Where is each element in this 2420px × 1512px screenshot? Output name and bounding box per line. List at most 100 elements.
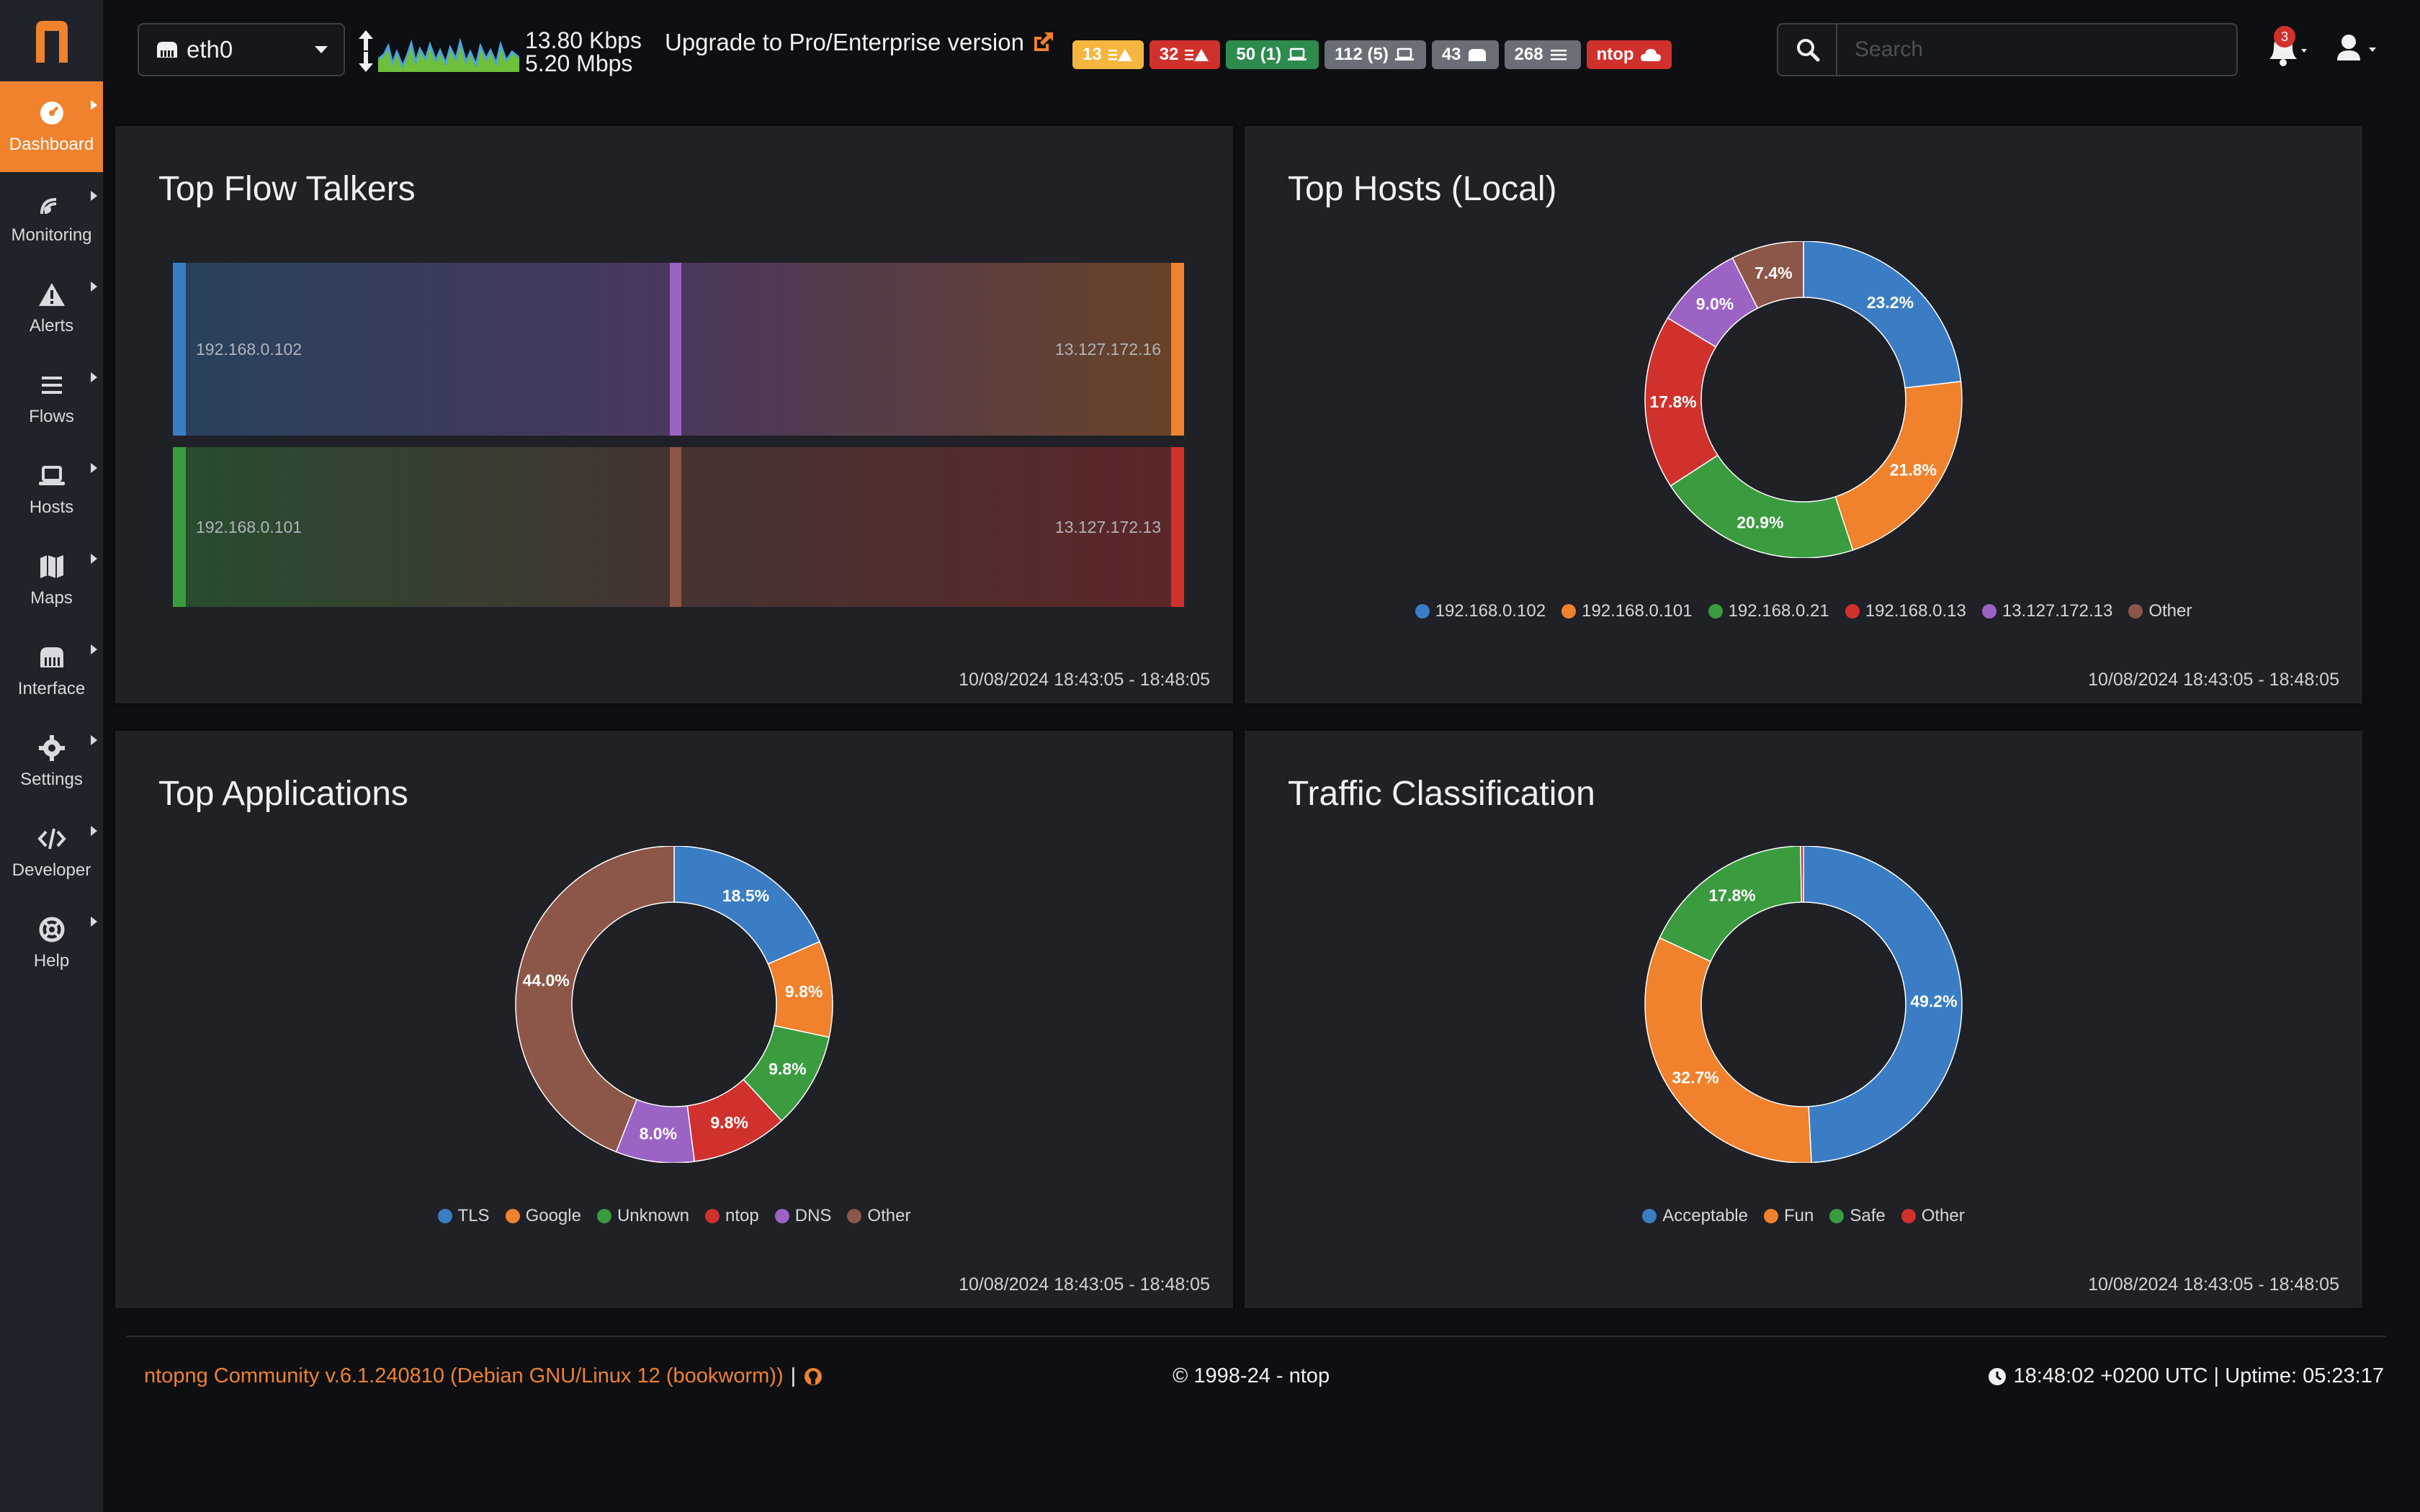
legend-item[interactable]: Safe (1829, 1206, 1886, 1226)
legend-item[interactable]: Other (847, 1206, 910, 1226)
sidebar-item-monitoring[interactable]: Monitoring (0, 172, 103, 263)
legend-item[interactable]: ntop (705, 1206, 759, 1226)
status-badge[interactable]: 43 (1431, 40, 1499, 69)
data-label: 20.9% (1736, 513, 1783, 532)
uptime-text: 18:48:02 +0200 UTC | Uptime: 05:23:17 (2013, 1364, 2384, 1387)
list-warning-icon (1185, 49, 1209, 61)
card-title: Top Hosts (Local) (1288, 170, 1557, 208)
sidebar-item-alerts[interactable]: Alerts (0, 263, 103, 354)
legend-swatch (437, 1209, 452, 1223)
badge-count: 32 (1159, 45, 1179, 64)
sidebar-item-flows[interactable]: Flows (0, 354, 103, 444)
status-badge[interactable]: 112 (5) (1325, 40, 1426, 69)
legend-item[interactable]: TLS (437, 1206, 490, 1226)
source-node (173, 263, 186, 436)
sidebar-item-help[interactable]: Help (0, 898, 103, 989)
laptop-icon (1288, 48, 1307, 60)
destination-node (1171, 263, 1184, 436)
up-down-arrows-icon (359, 30, 373, 72)
card-timestamp: 10/08/2024 18:43:05 - 18:48:05 (2088, 670, 2339, 690)
user-menu-button[interactable] (2329, 27, 2393, 71)
sidebar-item-label: Interface (17, 679, 86, 698)
donut-slice[interactable] (1670, 454, 1854, 558)
middle-node (670, 263, 681, 436)
source-node (173, 447, 186, 607)
status-badge[interactable]: 32 (1149, 40, 1221, 69)
sidebar-item-label: Help (33, 951, 70, 971)
sidebar-item-interface[interactable]: Interface (0, 626, 103, 716)
legend-item[interactable]: Google (505, 1206, 581, 1226)
top-applications-donut: 18.5% 9.8% 9.8% 9.8% 8.0% 44.0% (515, 846, 833, 1163)
legend-item[interactable]: 192.168.0.102 (1415, 601, 1546, 621)
chevron-right-icon (91, 735, 97, 745)
sidebar: Dashboard Monitoring Alerts Flows Hosts Maps I… (0, 0, 103, 1512)
status-badge[interactable]: 13 (1072, 40, 1144, 69)
legend-label: 192.168.0.101 (1582, 601, 1693, 621)
warning-icon (38, 283, 65, 306)
ethernet-icon (1468, 49, 1486, 61)
status-badge[interactable]: ntop (1586, 40, 1672, 69)
sidebar-item-label: Dashboard (9, 135, 94, 154)
ntop-logo[interactable] (0, 0, 103, 81)
sidebar-item-maps[interactable]: Maps (0, 535, 103, 626)
donut-slice[interactable] (1644, 937, 1812, 1163)
sidebar-item-label: Settings (20, 770, 83, 789)
legend-label: 192.168.0.13 (1865, 601, 1966, 621)
sidebar-item-hosts[interactable]: Hosts (0, 444, 103, 535)
legend-swatch (774, 1209, 789, 1223)
legend-item[interactable]: DNS (774, 1206, 832, 1226)
legend-swatch (705, 1209, 720, 1223)
sidebar-item-developer[interactable]: Developer (0, 807, 103, 898)
download-rate: 5.20 Mbps (525, 50, 633, 76)
source-host-label: 192.168.0.101 (196, 518, 302, 536)
upgrade-text: Upgrade to Pro/Enterprise version (665, 29, 1024, 55)
traffic-classification-card: Traffic Classification 49.2% 32.7% 17.8% A… (1245, 731, 2362, 1308)
donut-slice[interactable] (1800, 846, 1804, 903)
status-badges: 13 32 50 (1) 112 (5) 43 268 ntop (1072, 40, 1672, 69)
status-badge[interactable]: 50 (1) (1226, 40, 1319, 69)
footer-divider (127, 1336, 2385, 1337)
legend-label: Google (525, 1206, 581, 1225)
badge-count: 268 (1514, 45, 1543, 64)
version-link[interactable]: ntopng Community v.6.1.240810 (Debian GN… (144, 1364, 784, 1388)
upload-rate: 13.80 Kbps (525, 27, 642, 53)
legend-item[interactable]: Acceptable (1642, 1206, 1748, 1226)
donut-slice[interactable] (673, 846, 820, 965)
search-button[interactable] (1777, 23, 1837, 76)
legend-item[interactable]: 192.168.0.13 (1845, 601, 1966, 621)
legend-item[interactable]: 13.127.172.13 (1981, 601, 2112, 621)
legend-label: 192.168.0.21 (1728, 601, 1829, 621)
status-badge[interactable]: 268 (1504, 40, 1581, 69)
sidebar-item-dashboard[interactable]: Dashboard (0, 81, 103, 172)
legend-swatch (847, 1209, 862, 1223)
legend-item[interactable]: 192.168.0.21 (1708, 601, 1829, 621)
clock-icon (1989, 1367, 2007, 1385)
legend-label: DNS (794, 1206, 832, 1225)
search-icon (1797, 39, 1820, 62)
interface-selector[interactable]: eth0 (138, 23, 345, 76)
source-host-label: 192.168.0.102 (196, 340, 302, 359)
badge-count: 43 (1441, 45, 1461, 64)
legend-item[interactable]: Fun (1763, 1206, 1814, 1226)
notification-count-badge: 3 (2274, 26, 2295, 48)
upgrade-link[interactable]: Upgrade to Pro/Enterprise version (665, 29, 1054, 56)
donut-slice[interactable] (1803, 241, 1962, 389)
badge-count: 50 (1) (1236, 45, 1282, 64)
github-icon[interactable] (803, 1367, 823, 1387)
legend-item[interactable]: Other (1901, 1206, 1965, 1226)
chevron-right-icon (91, 644, 97, 654)
top-applications-card: Top Applications 18.5% 9.8% 9.8% 9.8% 8.0% 44… (115, 731, 1233, 1308)
search-input[interactable] (1836, 23, 2238, 76)
sidebar-item-label: Monitoring (11, 225, 92, 245)
legend-item[interactable]: Other (2128, 601, 2192, 621)
chevron-right-icon (91, 463, 97, 473)
data-label: 9.0% (1696, 294, 1734, 313)
sidebar-item-label: Developer (12, 860, 91, 880)
map-icon (40, 555, 63, 578)
card-timestamp: 10/08/2024 18:43:05 - 18:48:05 (959, 1274, 1210, 1295)
destination-node (1171, 447, 1184, 607)
legend-item[interactable]: Unknown (596, 1206, 689, 1226)
sidebar-item-settings[interactable]: Settings (0, 716, 103, 807)
card-title: Top Flow Talkers (158, 170, 416, 208)
legend-item[interactable]: 192.168.0.101 (1561, 601, 1693, 621)
